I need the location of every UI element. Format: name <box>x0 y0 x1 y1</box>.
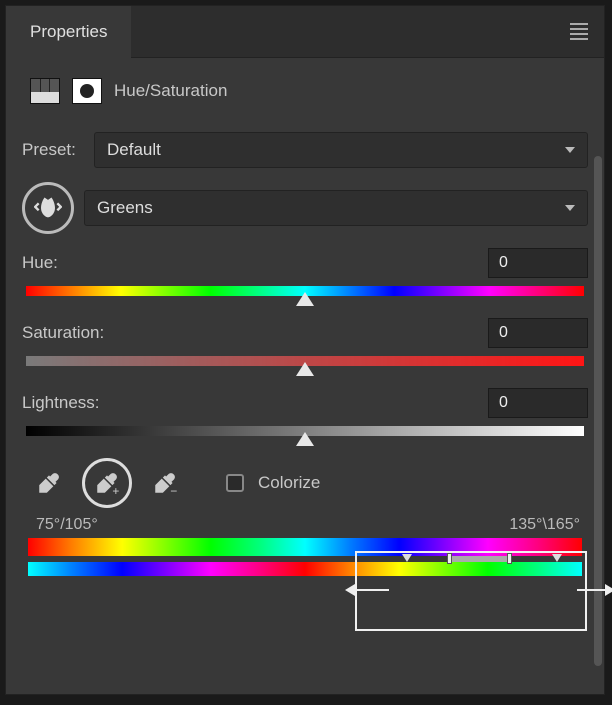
channel-select[interactable]: Greens <box>84 190 588 226</box>
preset-select[interactable]: Default <box>94 132 588 168</box>
lightness-value-input[interactable]: 0 <box>488 388 588 418</box>
annotation-arrow-left <box>353 589 389 591</box>
range-labels: 75°/105° 135°\165° <box>22 516 588 538</box>
adjustment-title: Hue/Saturation <box>114 81 227 101</box>
lightness-slider-group: Lightness: 0 <box>22 388 588 436</box>
hue-label: Hue: <box>22 253 488 273</box>
targeted-adjustment-tool[interactable] <box>22 182 74 234</box>
saturation-label: Saturation: <box>22 323 488 343</box>
saturation-slider[interactable] <box>26 356 584 366</box>
lightness-slider[interactable] <box>26 426 584 436</box>
range-right-label: 135°\165° <box>509 516 580 534</box>
colorize-label: Colorize <box>258 473 320 493</box>
preset-value: Default <box>107 140 161 160</box>
saturation-value-input[interactable]: 0 <box>488 318 588 348</box>
hue-slider-thumb[interactable] <box>296 292 314 306</box>
annotation-arrow-right <box>577 589 607 591</box>
svg-text:−: − <box>170 484 177 496</box>
hue-slider[interactable] <box>26 286 584 296</box>
eyedropper-subtract-icon[interactable]: − <box>146 464 184 502</box>
tab-properties[interactable]: Properties <box>6 6 131 58</box>
svg-text:+: + <box>112 484 119 496</box>
saturation-slider-group: Saturation: 0 <box>22 318 588 366</box>
eyedropper-add-icon[interactable]: + <box>82 458 132 508</box>
panel-menu-icon[interactable] <box>570 23 588 40</box>
chevron-down-icon <box>565 205 575 211</box>
tab-bar: Properties <box>6 6 604 58</box>
hue-slider-group: Hue: 0 <box>22 248 588 296</box>
lightness-label: Lightness: <box>22 393 488 413</box>
lightness-slider-thumb[interactable] <box>296 432 314 446</box>
adjustment-type-icon[interactable] <box>30 78 60 104</box>
eyedropper-icon[interactable] <box>30 464 68 502</box>
chevron-down-icon <box>565 147 575 153</box>
saturation-slider-thumb[interactable] <box>296 362 314 376</box>
channel-value: Greens <box>97 198 153 218</box>
eyedropper-row: + − Colorize <box>30 458 588 508</box>
hue-value-input[interactable]: 0 <box>488 248 588 278</box>
colorize-checkbox[interactable] <box>226 474 244 492</box>
adjustment-header: Hue/Saturation <box>6 58 604 124</box>
preset-label: Preset: <box>22 140 84 160</box>
layer-mask-icon[interactable] <box>72 78 102 104</box>
range-left-label: 75°/105° <box>36 516 98 534</box>
annotation-highlight-box <box>355 551 587 631</box>
